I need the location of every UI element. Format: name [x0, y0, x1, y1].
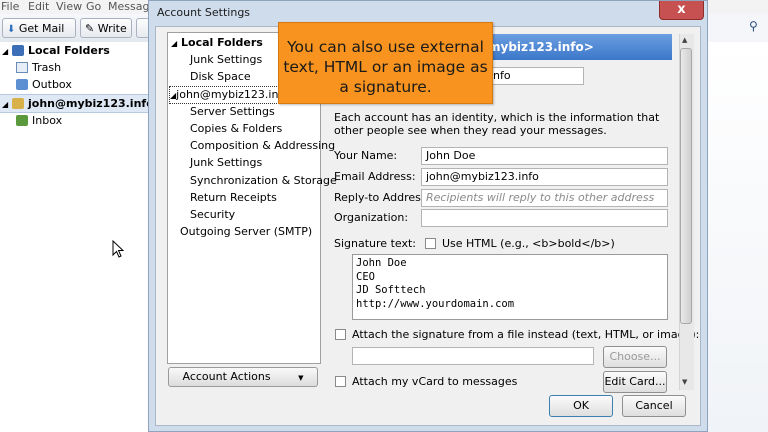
account-name-input[interactable]: nfo [488, 67, 584, 85]
tree-label: john@mybiz123.info [176, 88, 290, 101]
edit-card-button[interactable]: Edit Card... [603, 371, 667, 393]
menu-file[interactable]: File [1, 0, 19, 13]
email-address-label: Email Address: [334, 170, 416, 183]
attach-vcard-label: Attach my vCard to messages [352, 375, 518, 388]
folder-local-folders[interactable]: ◢ Local Folders [2, 42, 110, 59]
get-mail-button[interactable]: ⬇ Get Mail ▼ [2, 18, 76, 55]
tree-junk-settings-account[interactable]: Junk Settings [190, 155, 262, 171]
organization-label: Organization: [334, 211, 409, 224]
tree-junk-settings-local[interactable]: Junk Settings [190, 52, 262, 68]
tree-server-settings[interactable]: Server Settings [190, 104, 275, 120]
reply-to-label: Reply-to Address: [334, 191, 431, 204]
folder-label: john@mybiz123.info [28, 97, 154, 110]
tree-copies-folders[interactable]: Copies & Folders [190, 121, 282, 137]
folder-label: Trash [32, 61, 62, 74]
attach-signature-label: Attach the signature from a file instead… [352, 328, 700, 341]
menu-view[interactable]: View [56, 0, 82, 13]
collapse-triangle-icon: ◢ [171, 39, 178, 48]
account-actions-label: Account Actions [182, 370, 271, 383]
use-html-checkbox[interactable] [425, 238, 436, 249]
trash-icon [16, 62, 28, 73]
tree-account[interactable]: ◢john@mybiz123.info [169, 86, 289, 104]
background-message-pane [708, 42, 768, 432]
cancel-button[interactable]: Cancel [622, 395, 686, 417]
computer-icon [12, 45, 24, 56]
folder-outbox[interactable]: Outbox [16, 76, 72, 93]
scroll-up-icon[interactable]: ▲ [682, 36, 687, 44]
folder-label: Outbox [32, 78, 72, 91]
close-button[interactable]: x [659, 1, 704, 20]
folder-trash[interactable]: Trash [16, 59, 61, 76]
account-header-text: mybiz123.info> [488, 40, 594, 54]
tree-local-folders[interactable]: ◢ Local Folders [171, 35, 263, 51]
chevron-down-icon: ▼ [298, 374, 304, 382]
email-address-input[interactable]: john@mybiz123.info [421, 168, 668, 186]
ok-button[interactable]: OK [549, 395, 613, 417]
callout-text: You can also use external text, HTML or … [283, 38, 488, 96]
scrollbar-thumb[interactable] [680, 48, 692, 324]
tree-disk-space[interactable]: Disk Space [190, 69, 251, 85]
search-icon[interactable]: ⚲ [749, 19, 758, 33]
folder-label: Inbox [32, 114, 63, 127]
tutorial-callout: You can also use external text, HTML or … [278, 22, 493, 104]
reply-to-input[interactable]: Recipients will reply to this other addr… [421, 189, 668, 207]
identity-description: Each account has an identity, which is t… [334, 111, 660, 137]
get-mail-label: Get Mail [18, 22, 65, 35]
write-label: Write [97, 22, 127, 35]
menu-edit[interactable]: Edit [28, 0, 49, 13]
account-actions-button[interactable]: Account Actions ▼ [168, 367, 318, 387]
close-icon: x [677, 2, 686, 17]
your-name-label: Your Name: [334, 149, 398, 162]
inbox-icon [16, 115, 28, 126]
account-header-bar: mybiz123.info> [488, 34, 672, 60]
dialog-title: Account Settings [157, 6, 251, 19]
write-button[interactable]: ✎ Write [80, 18, 132, 38]
tree-label: Local Folders [181, 36, 263, 49]
attach-signature-checkbox[interactable] [335, 329, 346, 340]
folder-account[interactable]: ◢ john@mybiz123.info [0, 94, 154, 113]
outbox-icon [16, 79, 28, 90]
tree-synchronization-storage[interactable]: Synchronization & Storage [190, 173, 337, 189]
use-html-label: Use HTML (e.g., <b>bold</b>) [442, 237, 615, 250]
account-icon [12, 98, 24, 109]
menu-go[interactable]: Go [86, 0, 101, 13]
folder-inbox[interactable]: Inbox [16, 112, 62, 129]
signature-textarea[interactable]: John Doe CEO JD Softtech http://www.your… [352, 254, 668, 320]
your-name-input[interactable]: John Doe [421, 147, 668, 165]
pencil-icon: ✎ [85, 22, 95, 35]
mouse-cursor-icon [112, 239, 125, 261]
signature-text-label: Signature text: [334, 237, 416, 250]
folder-pane: ◢ Local Folders Trash Outbox ◢ john@mybi… [0, 42, 154, 432]
collapse-triangle-icon: ◢ [2, 100, 9, 109]
signature-file-input[interactable] [352, 347, 594, 365]
collapse-triangle-icon: ◢ [2, 47, 9, 56]
tree-outgoing-server[interactable]: Outgoing Server (SMTP) [180, 224, 312, 240]
download-icon: ⬇ [7, 24, 16, 35]
folder-label: Local Folders [28, 44, 110, 57]
tree-composition-addressing[interactable]: Composition & Addressing [190, 138, 335, 154]
attach-vcard-checkbox[interactable] [335, 376, 346, 387]
organization-input[interactable] [421, 209, 668, 227]
tree-return-receipts[interactable]: Return Receipts [190, 190, 277, 206]
choose-file-button[interactable]: Choose... [603, 346, 667, 368]
scroll-down-icon[interactable]: ▼ [682, 378, 687, 386]
tree-security[interactable]: Security [190, 207, 235, 223]
